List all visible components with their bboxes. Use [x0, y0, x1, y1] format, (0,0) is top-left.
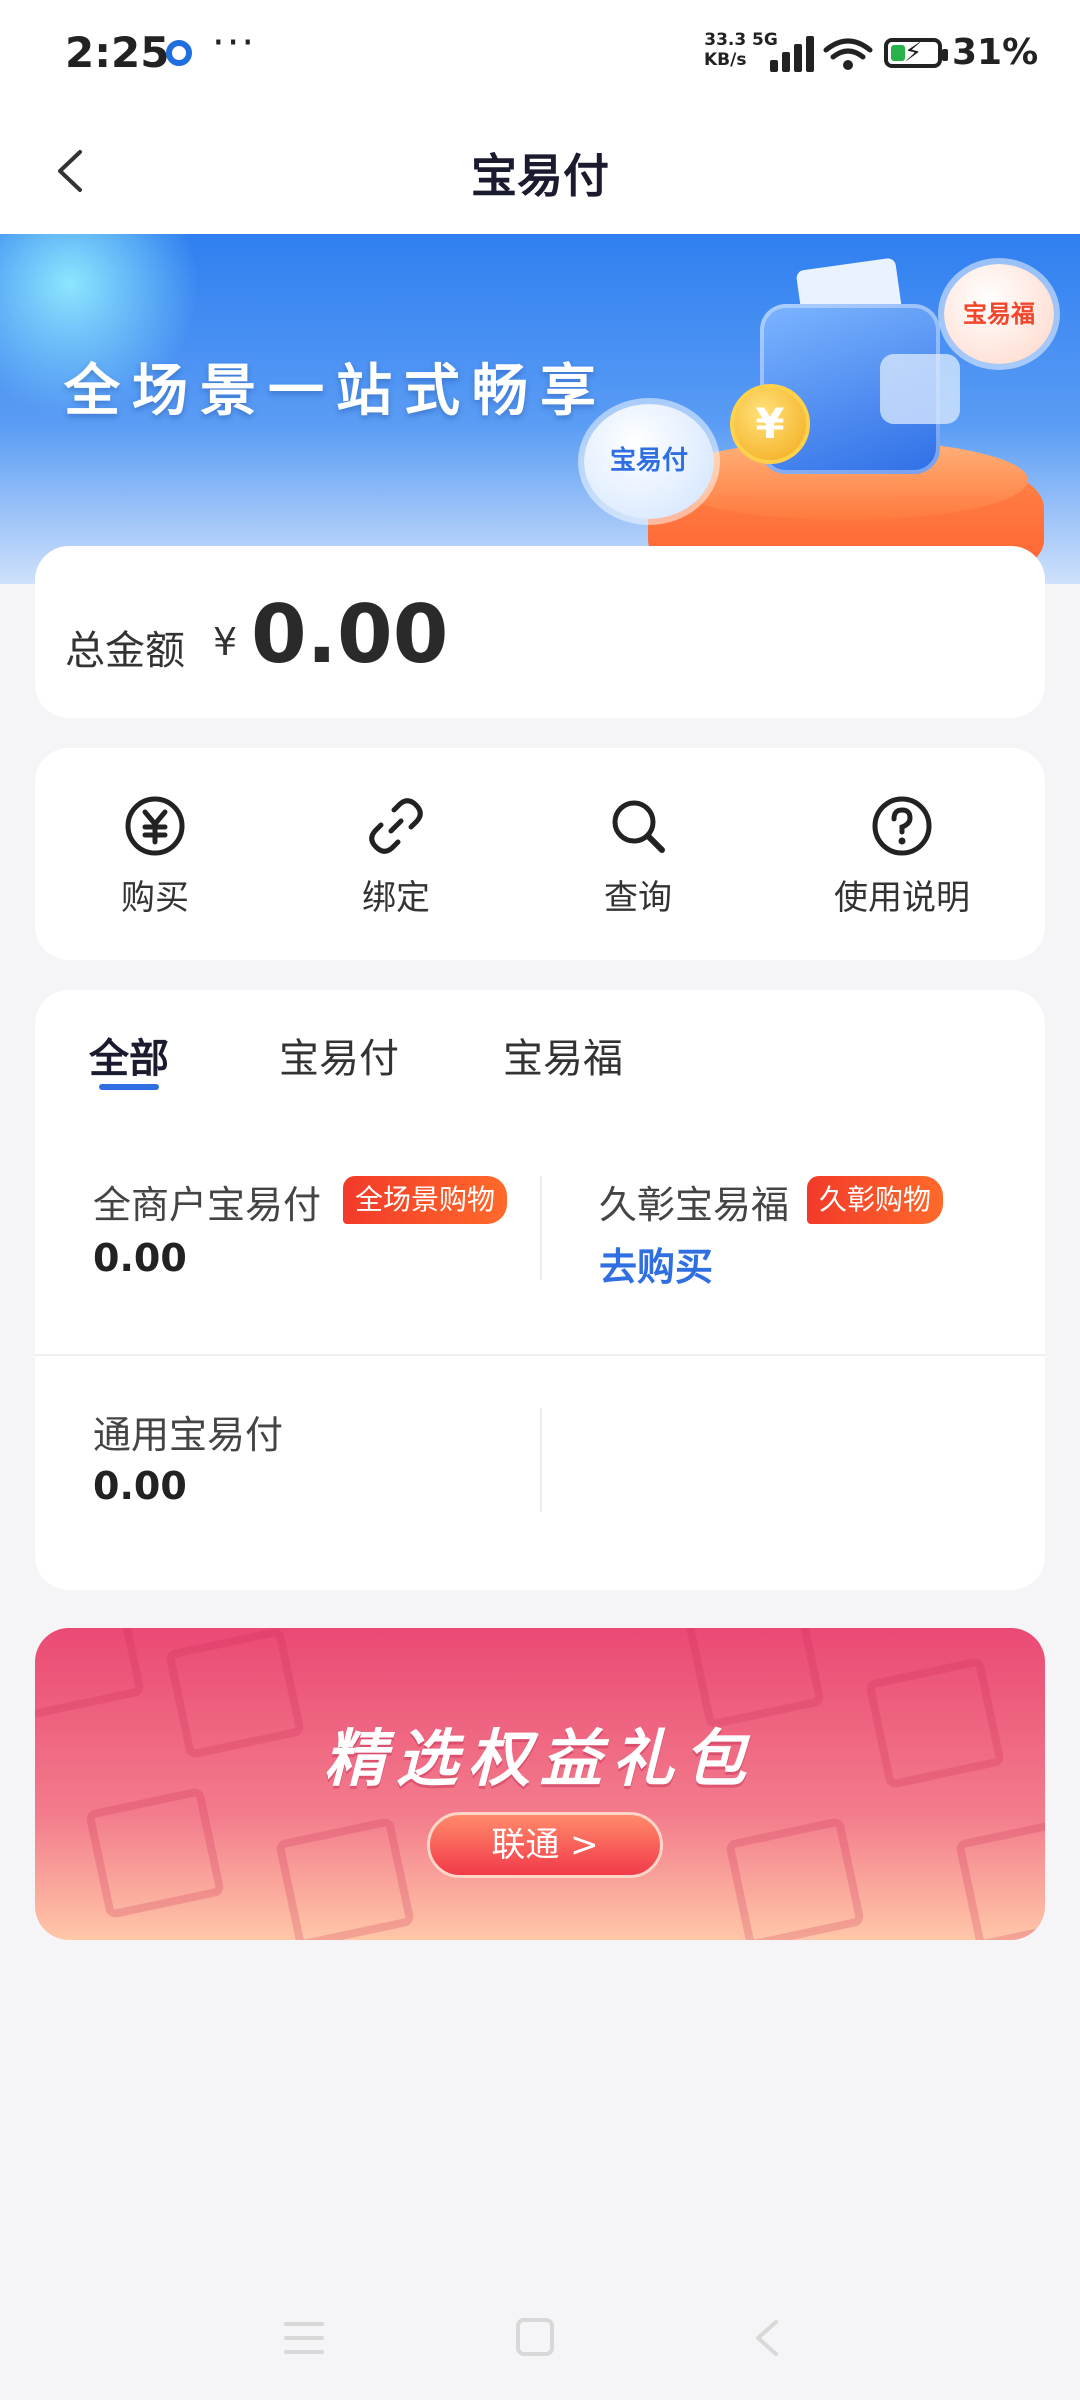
network-speed-value: 33.3: [704, 30, 747, 50]
action-label: 使用说明: [834, 878, 970, 918]
action-label: 查询: [604, 878, 672, 918]
status-time: 2:25: [65, 28, 170, 77]
gift-icon: [84, 1786, 226, 1920]
divider: [540, 1408, 542, 1512]
tab-baoyifu[interactable]: 宝易付: [279, 1026, 399, 1084]
hero-banner: 全场景一站式畅享 ¥ 宝易福 宝易付: [0, 234, 1080, 584]
active-tab-indicator: [99, 1084, 159, 1090]
home-icon[interactable]: [516, 2318, 554, 2356]
divider: [35, 1354, 1045, 1356]
total-amount: 0.00: [251, 588, 449, 681]
action-instructions[interactable]: 使用说明: [802, 794, 1002, 919]
gift-icon: [274, 1816, 416, 1940]
total-label: 总金额: [65, 628, 185, 674]
action-label: 绑定: [362, 878, 430, 918]
balance-name: 久彰宝易福: [599, 1183, 790, 1227]
link-icon: [369, 798, 423, 854]
promo-unicom-button[interactable]: 联通 >: [427, 1812, 663, 1878]
system-nav-bar: [0, 2300, 1080, 2400]
promo-title: 精选权益礼包: [323, 1722, 756, 1795]
status-bar: 2:25 ··· 33.3 KB/s 5G ⚡ 31%: [0, 0, 1080, 108]
recent-apps-icon[interactable]: [284, 2322, 324, 2356]
more-notifications-icon: ···: [212, 20, 257, 66]
tab-all[interactable]: 全部: [89, 1026, 169, 1084]
balance-tag: 久彰购物: [807, 1176, 944, 1224]
network-speed-unit: KB/s: [704, 50, 747, 70]
total-balance-card: 总金额 ¥ 0.00: [35, 546, 1045, 718]
bubble-baoyifu-pay: 宝易付: [584, 404, 714, 519]
balance-name: 全商户宝易付: [93, 1183, 322, 1227]
currency-symbol: ¥: [213, 620, 238, 664]
question-circle-icon: [872, 796, 932, 856]
yuan-circle-icon: [125, 796, 185, 856]
divider: [540, 1176, 542, 1280]
balance-value: 0.00: [93, 1236, 187, 1280]
network-speed: 33.3 KB/s: [704, 30, 746, 70]
page-title: 宝易付: [471, 149, 609, 203]
balances-card: 全部 宝易付 宝易福 全商户宝易付 全场景购物 0.00 久彰宝易福 久彰购物 …: [35, 990, 1045, 1590]
buy-link[interactable]: 去购买: [599, 1236, 713, 1291]
promo-banner[interactable]: 精选权益礼包 联通 >: [35, 1628, 1045, 1940]
search-icon: [612, 800, 665, 853]
battery-level: 31%: [952, 32, 1039, 73]
coin-icon: ¥: [730, 384, 810, 464]
balance-tag: 全场景购物: [343, 1176, 508, 1224]
signal-icon: [770, 36, 814, 72]
gift-icon: [954, 1816, 1045, 1940]
action-bind[interactable]: 绑定: [296, 794, 496, 919]
system-back-icon[interactable]: [752, 2318, 782, 2358]
quick-actions-card: 购买 绑定 查询 使用说明: [35, 748, 1045, 960]
app-notification-icon: [166, 40, 192, 66]
wallet-flap-illustration: [880, 354, 960, 424]
gift-icon: [35, 1628, 146, 1720]
banner-slogan: 全场景一站式畅享: [64, 359, 608, 424]
action-label: 购买: [121, 878, 189, 918]
bubble-baoyifu-fu: 宝易福: [944, 264, 1054, 364]
nav-bar: 宝易付: [0, 108, 1080, 234]
action-buy[interactable]: 购买: [55, 794, 255, 919]
battery-icon: ⚡: [884, 38, 948, 68]
wifi-icon: [823, 38, 873, 70]
action-query[interactable]: 查询: [538, 794, 738, 919]
balance-name: 通用宝易付: [93, 1413, 284, 1457]
gift-icon: [724, 1816, 866, 1940]
tab-baoyifu-fu[interactable]: 宝易福: [503, 1026, 623, 1084]
balance-value: 0.00: [93, 1464, 187, 1508]
